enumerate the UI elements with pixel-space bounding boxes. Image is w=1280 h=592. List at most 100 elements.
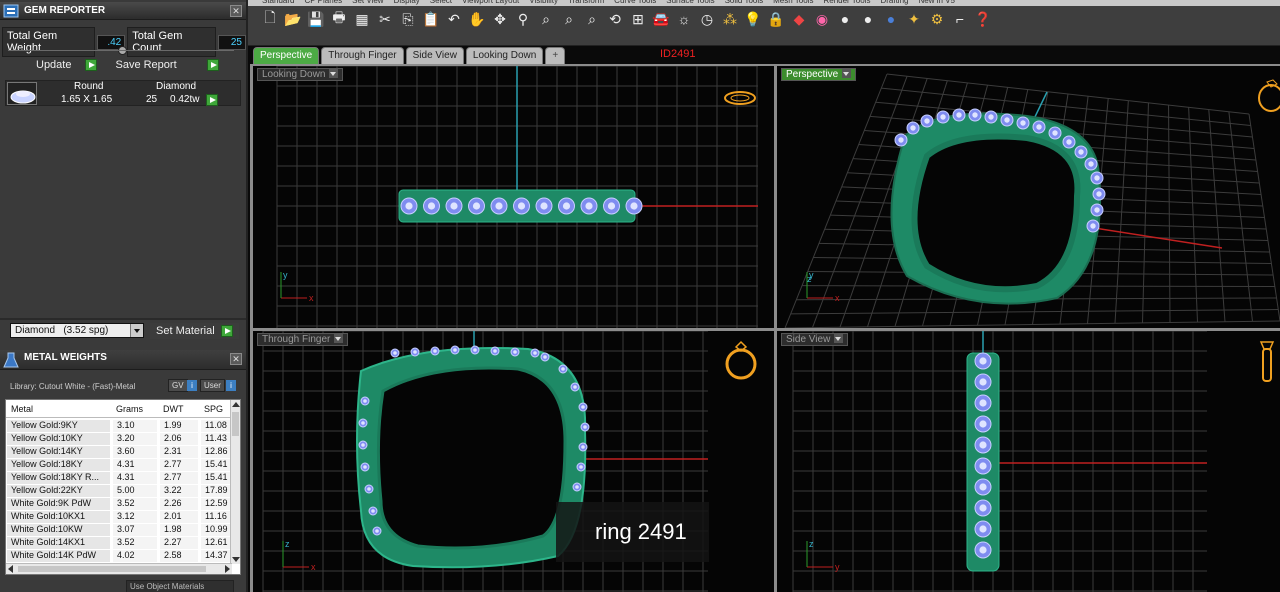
toolbar-tab[interactable]: Curve Tools [614, 0, 656, 5]
paste-icon[interactable]: 📋 [421, 9, 441, 29]
column-grams[interactable]: Grams [116, 404, 143, 414]
toolbar-tab[interactable]: Viewport Layout [462, 0, 519, 5]
undo-view-icon[interactable]: ⟲ [605, 9, 625, 29]
metal-row[interactable]: Yellow Gold:14KY 3.60 2.31 12.86 [6, 445, 234, 458]
scroll-down-icon[interactable] [232, 557, 240, 562]
gem-row-action-icon[interactable] [206, 94, 218, 106]
layer-icon[interactable]: ◆ [789, 9, 809, 29]
viewport-title-looking-down[interactable]: Looking Down [257, 68, 344, 81]
color-wheel-icon[interactable]: ◉ [812, 9, 832, 29]
viewport-title-side-view[interactable]: Side View [781, 333, 849, 346]
blue-sphere-icon[interactable]: ● [881, 9, 901, 29]
toolbar-tab[interactable]: Surface Tools [666, 0, 714, 5]
toolbar-tab[interactable]: Display [394, 0, 420, 5]
vertical-scrollbar[interactable] [230, 400, 240, 564]
lock-icon[interactable]: 🔒 [766, 9, 786, 29]
scroll-right-icon[interactable] [225, 565, 230, 573]
zoom-selected-icon[interactable]: ⌕ [582, 9, 602, 29]
close-icon[interactable]: ✕ [230, 5, 242, 17]
dimension-icon[interactable]: ⌐ [950, 9, 970, 29]
gem-table [450, 202, 458, 210]
help-icon[interactable]: ❓ [973, 9, 993, 29]
undo-icon[interactable]: ↶ [444, 9, 464, 29]
save-icon[interactable]: 💾 [306, 9, 326, 29]
print-icon[interactable]: 🖶 [329, 9, 349, 29]
scroll-up-icon[interactable] [232, 402, 240, 407]
metal-row[interactable]: White Gold:9K PdW 3.52 2.26 12.59 [6, 497, 234, 510]
toolbar-tab[interactable]: Drafting [880, 0, 908, 5]
select-points-icon[interactable]: ⁂ [720, 9, 740, 29]
zoom-dynamic-icon[interactable]: ⚲ [513, 9, 533, 29]
tab-through-finger[interactable]: Through Finger [321, 47, 404, 64]
pan-hand-icon[interactable]: ✋ [467, 9, 487, 29]
metal-row[interactable]: Yellow Gold:18KY 4.31 2.77 15.41 [6, 458, 234, 471]
zoom-window-icon[interactable]: ⌕ [536, 9, 556, 29]
material-select[interactable]: Diamond (3.52 spg) [10, 323, 144, 338]
scroll-thumb[interactable] [232, 412, 239, 436]
gem-reporter-title-bar[interactable]: GEM REPORTER ✕ [0, 2, 246, 20]
viewport-title-perspective[interactable]: Perspective [781, 68, 857, 81]
metal-weights-title-bar[interactable]: METAL WEIGHTS ✕ [0, 350, 246, 370]
add-tab-button[interactable]: + [545, 47, 566, 64]
sun-icon[interactable]: ☼ [674, 9, 694, 29]
viewport-side-view[interactable]: Side View yz [777, 331, 1280, 592]
horizontal-scrollbar[interactable] [6, 563, 232, 574]
metal-row[interactable]: White Gold:10KX1 3.12 2.01 11.16 [6, 510, 234, 523]
metal-row[interactable]: Yellow Gold:22KY 5.00 3.22 17.89 [6, 484, 234, 497]
rotate-view-icon[interactable]: ✥ [490, 9, 510, 29]
column-dwt[interactable]: DWT [163, 404, 184, 414]
metal-row[interactable]: Yellow Gold:9KY 3.10 1.99 11.08 [6, 419, 234, 432]
zoom-extents-icon[interactable]: ⌕ [559, 9, 579, 29]
toolbar-tab[interactable]: Set View [352, 0, 383, 5]
car-icon[interactable]: 🚘 [651, 9, 671, 29]
properties-icon[interactable]: ▦ [352, 9, 372, 29]
tab-looking-down[interactable]: Looking Down [465, 47, 544, 64]
scroll-left-icon[interactable] [8, 565, 13, 573]
ring-inner [911, 133, 1081, 293]
use-object-materials-checkbox[interactable]: Use Object Materials [126, 580, 234, 592]
column-spg[interactable]: SPG [204, 404, 223, 414]
gv-info-icon[interactable]: i [187, 380, 197, 391]
close-icon[interactable]: ✕ [230, 353, 242, 365]
save-report-button[interactable]: Save Report [109, 57, 224, 73]
toolbar-tab[interactable]: Render Tools [823, 0, 870, 5]
update-button[interactable]: Update [30, 57, 103, 73]
viewport-title-through-finger[interactable]: Through Finger [257, 333, 349, 346]
set-material-button[interactable]: Set Material [150, 323, 239, 339]
metal-row[interactable]: White Gold:10KW 3.07 1.98 10.99 [6, 523, 234, 536]
metal-cell-metal: Yellow Gold:9KY [6, 420, 110, 432]
toolbar-tab[interactable]: Select [430, 0, 452, 5]
cut-icon[interactable]: ✂ [375, 9, 395, 29]
toolbar-tab[interactable]: Visibility [529, 0, 558, 5]
rendered-sphere-icon[interactable]: ● [858, 9, 878, 29]
metal-row[interactable]: Yellow Gold:18KY R... 4.31 2.77 15.41 [6, 471, 234, 484]
toolbar-tab[interactable]: New in V5 [918, 0, 954, 5]
viewport-layout-icon[interactable]: ⊞ [628, 9, 648, 29]
column-metal[interactable]: Metal [11, 404, 33, 414]
tab-side-view[interactable]: Side View [405, 47, 464, 64]
metal-row[interactable]: White Gold:14K PdW 4.02 2.58 14.37 [6, 549, 234, 562]
open-folder-icon[interactable]: 📂 [283, 9, 303, 29]
scroll-thumb[interactable] [18, 566, 206, 572]
metal-row[interactable]: White Gold:14KX1 3.52 2.27 12.61 [6, 536, 234, 549]
toolbar-tab[interactable]: CP Planes [304, 0, 342, 5]
user-button[interactable]: User [200, 379, 225, 392]
shaded-sphere-icon[interactable]: ● [835, 9, 855, 29]
viewport-looking-down[interactable]: Looking Down xy [253, 66, 774, 328]
clock-icon[interactable]: ◷ [697, 9, 717, 29]
new-file-icon[interactable]: 🗋 [260, 9, 280, 29]
viewport-perspective[interactable]: Perspective xyz [777, 66, 1280, 328]
toolbar-tab[interactable]: Solid Tools [725, 0, 764, 5]
copy-icon[interactable]: ⎘ [398, 9, 418, 29]
toolbar-tab[interactable]: Transform [568, 0, 604, 5]
user-info-icon[interactable]: i [226, 380, 236, 391]
toolbar-tab[interactable]: Standard [262, 0, 294, 5]
metal-row[interactable]: Yellow Gold:10KY 3.20 2.06 11.43 [6, 432, 234, 445]
light-bulb-icon[interactable]: 💡 [743, 9, 763, 29]
tab-perspective[interactable]: Perspective [253, 47, 320, 64]
settings-gear-icon[interactable]: ⚙ [927, 9, 947, 29]
toolbar-tab[interactable]: Mesh Tools [773, 0, 813, 5]
gv-button[interactable]: GV [168, 379, 188, 392]
magic-wand-icon[interactable]: ✦ [904, 9, 924, 29]
gem-table [573, 385, 577, 389]
